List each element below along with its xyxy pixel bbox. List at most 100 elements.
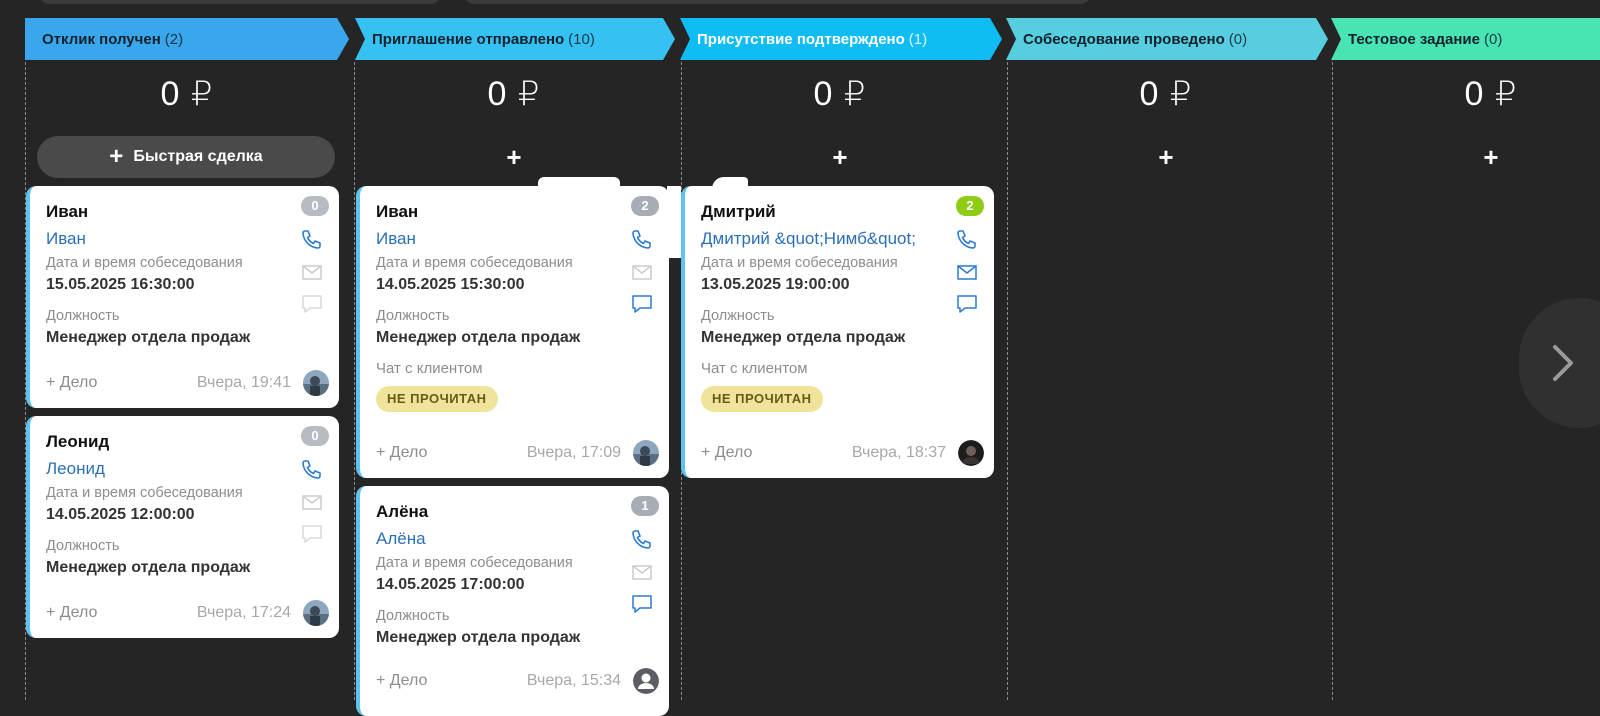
deal-card[interactable]: Иван Иван Дата и время собеседования 14.… xyxy=(356,186,669,478)
drag-overlay-artifact xyxy=(667,186,681,258)
date-label: Дата и время собеседования xyxy=(376,255,573,271)
add-deal-button[interactable]: + xyxy=(1006,143,1326,171)
position-label: Должность xyxy=(46,538,120,554)
stage-column-3: Присутствие подтверждено (1) 0 ₽ + Дмитр… xyxy=(680,0,1002,700)
add-task-link[interactable]: + Дело xyxy=(46,604,97,622)
avatar-placeholder[interactable] xyxy=(633,668,659,694)
phone-icon[interactable] xyxy=(630,228,654,252)
plus-icon: + xyxy=(109,143,124,170)
card-timestamp: Вчера, 18:37 xyxy=(851,444,946,461)
stage-name: Приглашение отправлено xyxy=(372,30,565,48)
contact-link[interactable]: Леонид xyxy=(46,458,291,480)
date-label: Дата и время собеседования xyxy=(376,555,573,571)
avatar[interactable] xyxy=(633,440,659,466)
chat-icon[interactable] xyxy=(300,292,324,316)
mail-icon[interactable] xyxy=(300,260,324,284)
chat-icon[interactable] xyxy=(630,292,654,316)
add-task-link[interactable]: + Дело xyxy=(376,672,427,690)
chat-label: Чат с клиентом xyxy=(376,360,483,377)
position-value: Менеджер отдела продаж xyxy=(701,329,906,346)
stage-name: Собеседование проведено xyxy=(1023,30,1225,48)
drag-overlay-artifact xyxy=(712,177,748,189)
date-value: 14.05.2025 17:00:00 xyxy=(376,576,525,593)
mail-icon[interactable] xyxy=(300,490,324,514)
position-value: Менеджер отдела продаж xyxy=(46,559,251,576)
stage-header[interactable]: Собеседование проведено (0) xyxy=(1006,18,1247,60)
contact-link[interactable]: Иван xyxy=(376,228,621,250)
task-count-badge: 2 xyxy=(631,196,659,216)
stage-count: (0) xyxy=(1484,30,1503,48)
stage-header[interactable]: Приглашение отправлено (10) xyxy=(355,18,595,60)
quick-deal-button[interactable]: + Быстрая сделка xyxy=(37,136,335,178)
add-deal-button[interactable]: + xyxy=(1331,143,1600,171)
card-timestamp: Вчера, 15:34 xyxy=(526,672,621,689)
deal-card[interactable]: Леонид Леонид Дата и время собеседования… xyxy=(26,416,339,638)
date-label: Дата и время собеседования xyxy=(46,485,243,501)
deal-card[interactable]: Алёна Алёна Дата и время собеседования 1… xyxy=(356,486,669,716)
phone-icon[interactable] xyxy=(300,228,324,252)
deal-card[interactable]: Дмитрий Дмитрий &quot;Нимб&quot; Дата и … xyxy=(681,186,994,478)
date-value: 14.05.2025 15:30:00 xyxy=(376,276,525,293)
card-title: Дмитрий xyxy=(701,202,776,221)
phone-icon[interactable] xyxy=(300,458,324,482)
avatar[interactable] xyxy=(303,600,329,626)
card-title: Иван xyxy=(376,202,419,221)
stage-sum: 0 ₽ xyxy=(1464,75,1518,113)
add-task-link[interactable]: + Дело xyxy=(46,374,97,392)
add-task-link[interactable]: + Дело xyxy=(376,444,427,462)
stage-sum: 0 ₽ xyxy=(813,75,867,113)
add-task-link[interactable]: + Дело xyxy=(701,444,752,462)
phone-icon[interactable] xyxy=(630,528,654,552)
avatar[interactable] xyxy=(303,370,329,396)
card-title: Алёна xyxy=(376,502,429,521)
stage-count: (10) xyxy=(568,30,595,48)
date-value: 15.05.2025 16:30:00 xyxy=(46,276,195,293)
stage-name: Присутствие подтверждено xyxy=(697,30,905,48)
date-label: Дата и время собеседования xyxy=(701,255,898,271)
quick-deal-label: Быстрая сделка xyxy=(133,148,263,165)
deal-card[interactable]: Иван Иван Дата и время собеседования 15.… xyxy=(26,186,339,408)
mail-icon[interactable] xyxy=(630,260,654,284)
card-title: Иван xyxy=(46,202,89,221)
task-count-badge: 0 xyxy=(301,196,329,216)
chat-label: Чат с клиентом xyxy=(701,360,808,377)
mail-icon[interactable] xyxy=(955,260,979,284)
contact-link[interactable]: Дмитрий &quot;Нимб&quot; xyxy=(701,228,946,250)
stage-column-2: Приглашение отправлено (10) 0 ₽ + Иван И… xyxy=(354,0,675,716)
chat-icon[interactable] xyxy=(630,592,654,616)
stage-sum: 0 ₽ xyxy=(1139,75,1193,113)
drag-overlay-artifact xyxy=(538,177,620,189)
add-deal-button[interactable]: + xyxy=(355,143,673,171)
position-label: Должность xyxy=(46,308,120,324)
phone-icon[interactable] xyxy=(955,228,979,252)
stage-count: (0) xyxy=(1228,30,1248,48)
mail-icon[interactable] xyxy=(630,560,654,584)
contact-link[interactable]: Иван xyxy=(46,228,291,250)
position-value: Менеджер отдела продаж xyxy=(46,329,251,346)
stage-header[interactable]: Присутствие подтверждено (1) xyxy=(680,18,927,60)
stage-header[interactable]: Тестовое задание (0) xyxy=(1331,18,1502,60)
add-deal-button[interactable]: + xyxy=(680,143,1000,171)
avatar[interactable] xyxy=(958,440,984,466)
date-value: 13.05.2025 19:00:00 xyxy=(701,276,850,293)
date-label: Дата и время собеседования xyxy=(46,255,243,271)
stage-sum: 0 ₽ xyxy=(160,75,214,113)
contact-link[interactable]: Алёна xyxy=(376,528,621,550)
unread-tag: НЕ ПРОЧИТАН xyxy=(376,386,498,412)
position-label: Должность xyxy=(376,308,450,324)
position-value: Менеджер отдела продаж xyxy=(376,329,581,346)
stage-name: Тестовое задание xyxy=(1348,30,1480,48)
chat-icon[interactable] xyxy=(300,522,324,546)
position-label: Должность xyxy=(701,308,775,324)
card-timestamp: Вчера, 17:09 xyxy=(526,444,621,461)
chevron-right-icon xyxy=(1553,345,1573,381)
card-timestamp: Вчера, 19:41 xyxy=(196,374,291,391)
stage-count: (2) xyxy=(164,30,184,48)
task-count-badge: 0 xyxy=(301,426,329,446)
card-timestamp: Вчера, 17:24 xyxy=(196,604,291,621)
task-count-badge: 2 xyxy=(956,196,984,216)
stage-header[interactable]: Отклик получен (2) xyxy=(25,18,183,60)
chat-icon[interactable] xyxy=(955,292,979,316)
stage-sum: 0 ₽ xyxy=(487,75,541,113)
stage-count: (1) xyxy=(908,30,928,48)
